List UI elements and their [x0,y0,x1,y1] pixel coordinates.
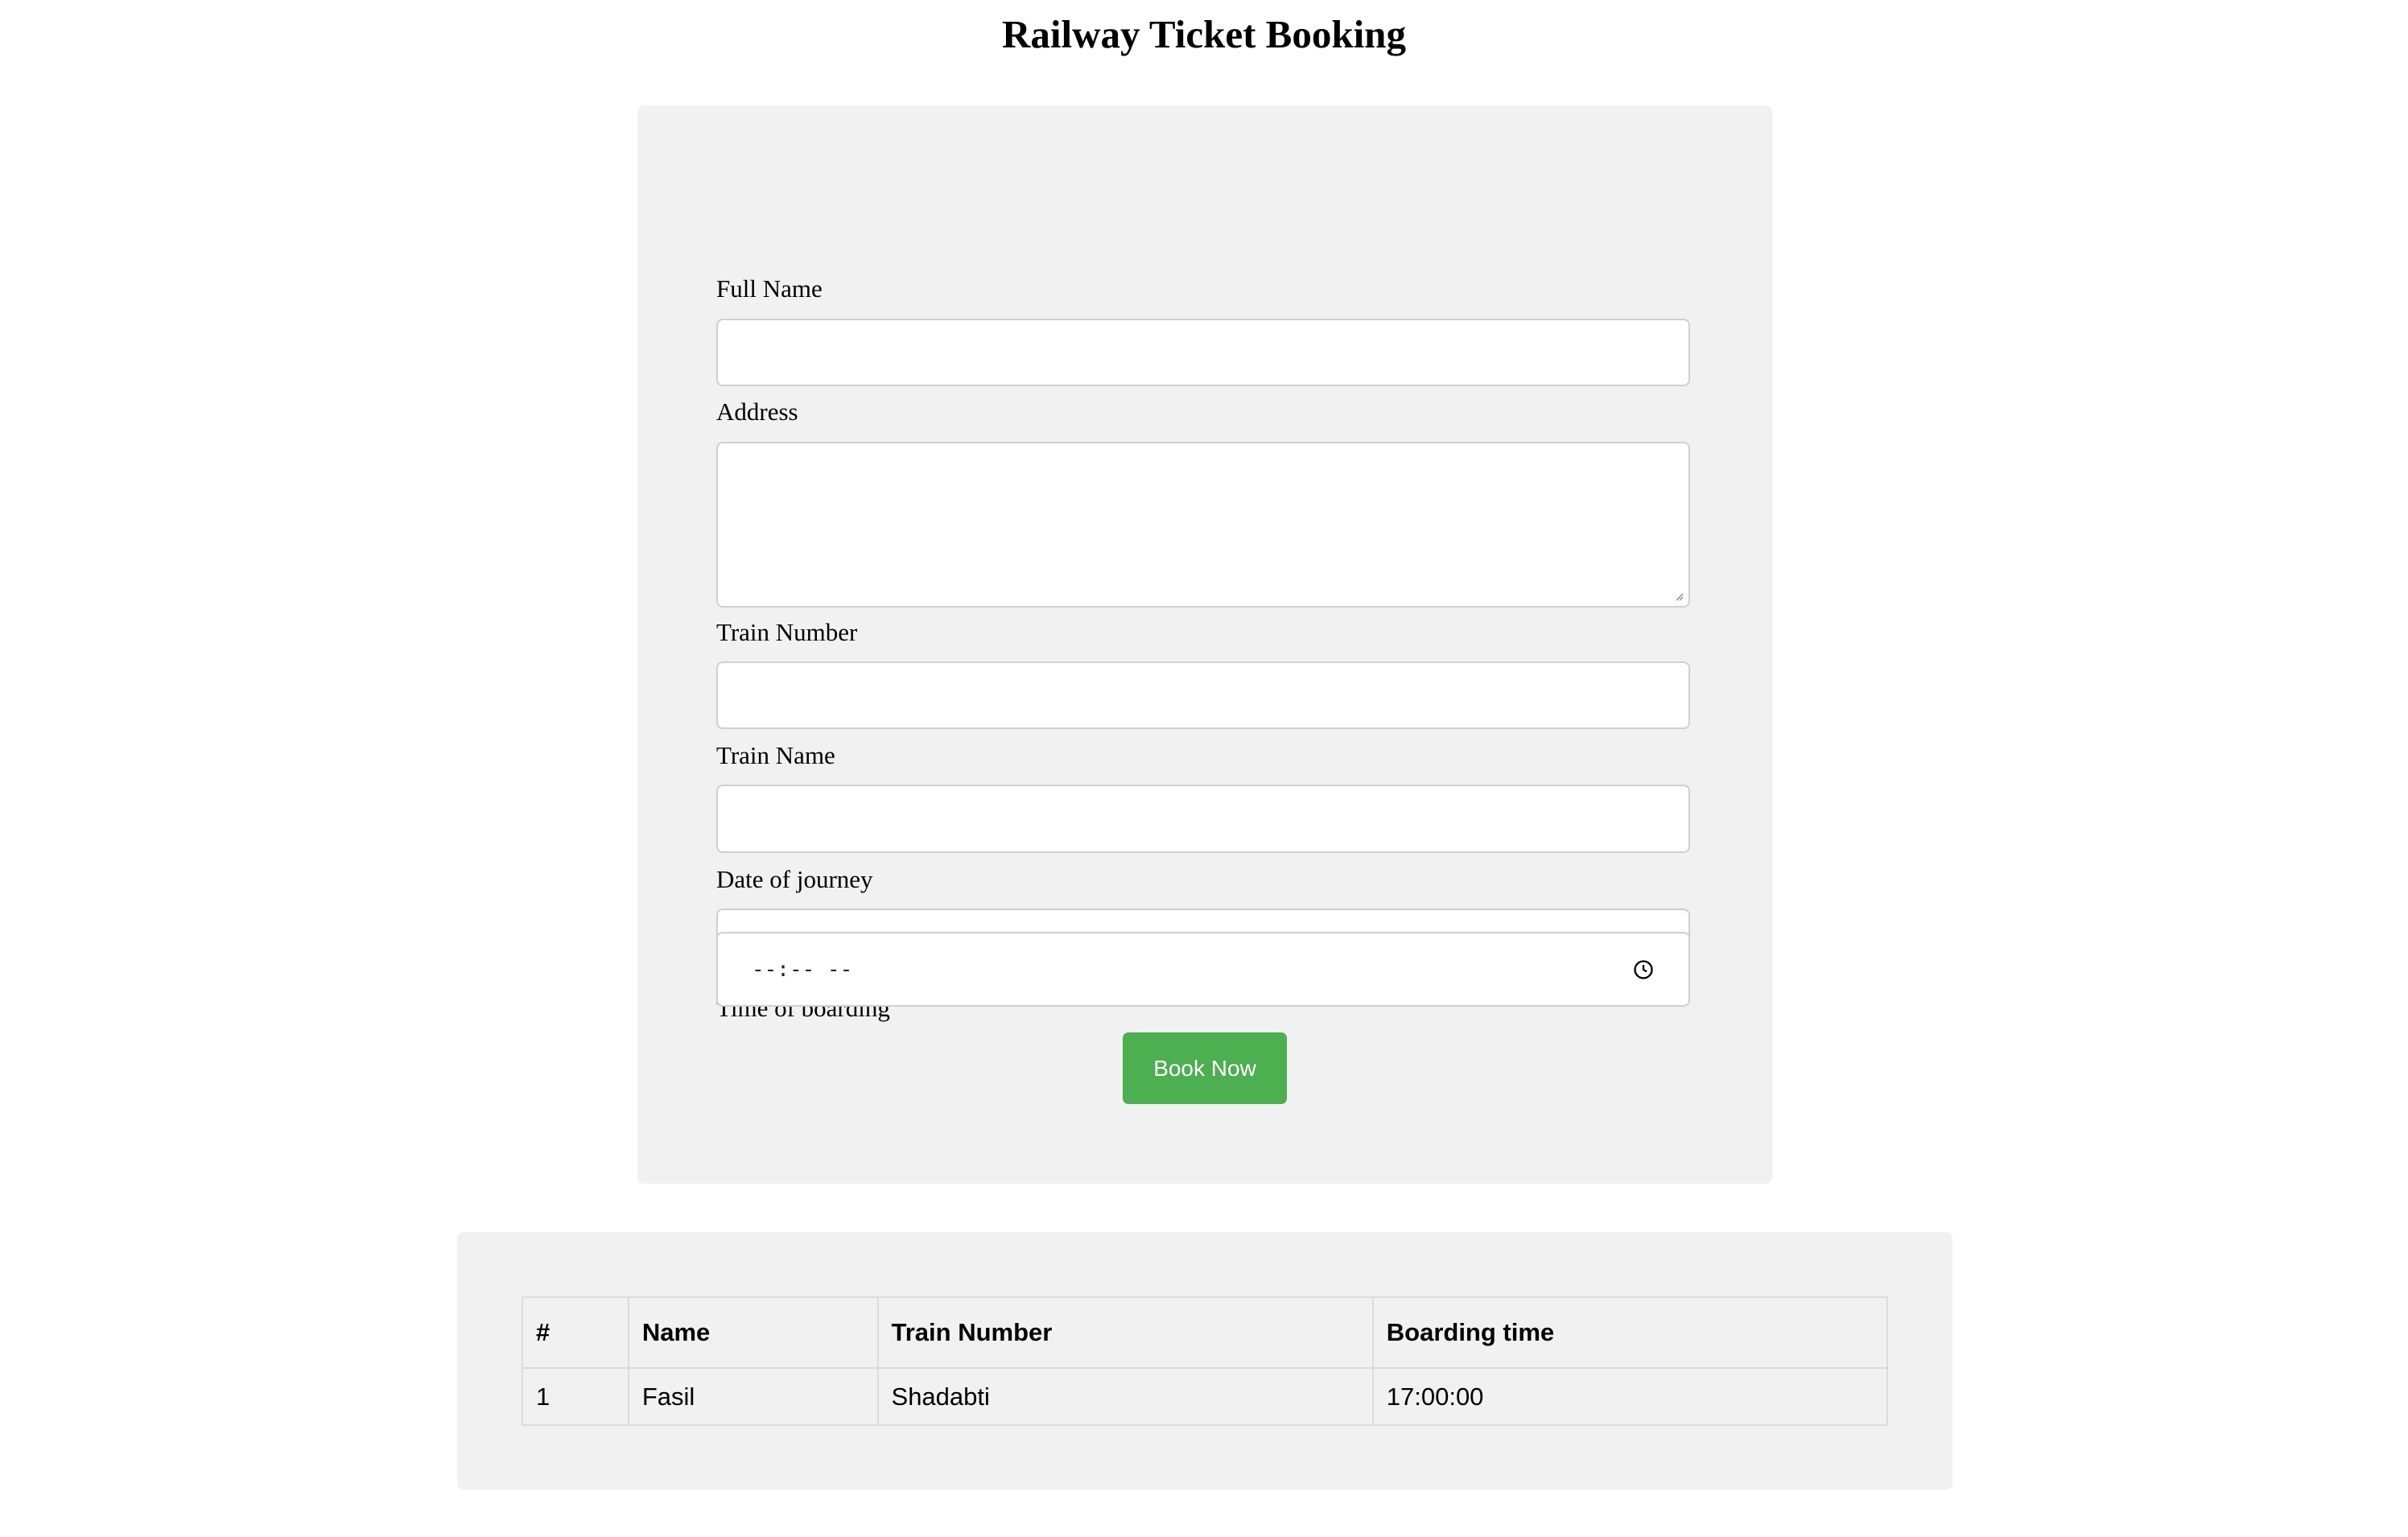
table-cell-train-number: Shadabti [876,1367,1374,1426]
train-number-label: Train Number [716,618,858,646]
column-header-boarding-time: Boarding time [1371,1296,1889,1369]
address-label: Address [716,398,798,426]
time-of-boarding-input[interactable]: --:-- -- [716,932,1690,1007]
column-header-name: Name [627,1296,879,1369]
book-now-button[interactable]: Book Now [1123,1032,1287,1104]
time-placeholder: --:-- -- [752,957,853,982]
bookings-panel: # Name Train Number Boarding time 1 Fasi… [457,1232,1952,1490]
booking-form: Full Name Address Train Number Train Nam… [637,105,1772,1184]
train-name-input[interactable] [716,785,1690,853]
page-title: Railway Ticket Booking [1002,12,1406,56]
train-number-input[interactable] [716,661,1690,729]
resize-grip-icon[interactable] [1674,591,1684,601]
column-header-train-number: Train Number [876,1296,1374,1369]
address-textarea[interactable] [716,442,1690,608]
table-row: 1 Fasil Shadabti 17:00:00 [522,1367,1889,1426]
table-cell-boarding-time: 17:00:00 [1371,1367,1889,1426]
full-name-label: Full Name [716,274,823,303]
date-of-journey-label: Date of journey [716,865,873,893]
table-cell-index: 1 [522,1367,629,1426]
column-header-index: # [522,1296,629,1369]
bookings-table: # Name Train Number Boarding time 1 Fasi… [522,1296,1889,1426]
clock-icon[interactable] [1632,958,1655,981]
table-header-row: # Name Train Number Boarding time [522,1296,1889,1369]
full-name-input[interactable] [716,319,1690,386]
train-name-label: Train Name [716,741,835,769]
table-cell-name: Fasil [627,1367,879,1426]
